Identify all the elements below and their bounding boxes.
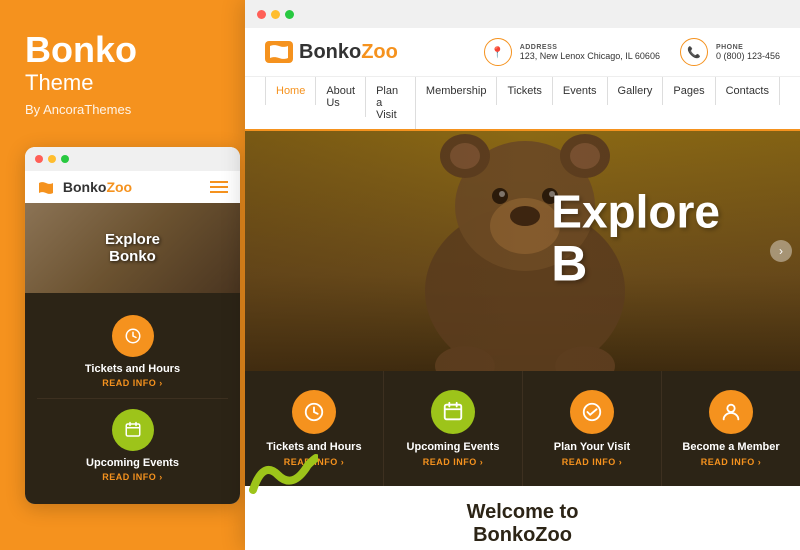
nav-item-gallery[interactable]: Gallery <box>608 77 664 129</box>
strip-member-read-info[interactable]: READ INFO <box>701 457 762 467</box>
strip-events-label: Upcoming Events <box>407 441 500 453</box>
theme-title: Bonko Theme By AncoraThemes <box>25 30 223 117</box>
nav-item-contacts[interactable]: Contacts <box>716 77 780 129</box>
strip-tickets-icon <box>292 390 336 434</box>
welcome-section: Welcome to BonkoZoo <box>245 486 800 550</box>
hero-next-arrow[interactable]: › <box>770 240 792 262</box>
mobile-features: Tickets and Hours READ INFO Upcoming Eve… <box>25 293 240 504</box>
site-logo: BonkoZoo <box>265 41 398 64</box>
browser-dot-red <box>257 10 266 19</box>
upcoming-events-icon <box>112 409 154 451</box>
mobile-dot-green <box>61 155 69 163</box>
nav-item-about[interactable]: About Us <box>316 77 366 129</box>
nav-item-membership[interactable]: Membership <box>416 77 498 129</box>
hamburger-menu[interactable] <box>210 181 228 193</box>
site-logo-bonko: Bonko <box>299 41 361 64</box>
contact-address: 📍 ADDRESS 123, New Lenox Chicago, IL 606… <box>484 38 660 66</box>
nav-item-tickets[interactable]: Tickets <box>497 77 552 129</box>
strip-plan-label: Plan Your Visit <box>554 441 630 453</box>
mobile-header: BonkoZoo <box>25 171 240 203</box>
phone-icon: 📞 <box>680 38 708 66</box>
mobile-hero: Explore Bonko <box>25 203 240 293</box>
mobile-dot-yellow <box>48 155 56 163</box>
nav-list: Home About Us Plan a Visit Membership Ti… <box>265 77 780 129</box>
mobile-titlebar <box>25 147 240 171</box>
mobile-hero-text: Explore Bonko <box>105 231 160 265</box>
mobile-feature-events[interactable]: Upcoming Events READ INFO <box>37 399 228 492</box>
browser-dot-green <box>285 10 294 19</box>
feature-strip: Tickets and Hours READ INFO Upcoming Eve… <box>245 371 800 486</box>
contact-phone: 📞 PHONE 0 (800) 123-456 <box>680 38 780 66</box>
nav-item-events[interactable]: Events <box>553 77 608 129</box>
nav-item-plan[interactable]: Plan a Visit <box>366 77 416 129</box>
green-wave-decoration <box>248 450 318 500</box>
mobile-dot-red <box>35 155 43 163</box>
site-logo-zoo: Zoo <box>361 41 398 64</box>
strip-plan-visit[interactable]: Plan Your Visit READ INFO <box>523 371 662 486</box>
strip-member-label: Become a Member <box>682 441 779 453</box>
browser-titlebar <box>245 0 800 28</box>
mobile-mockup: BonkoZoo Explore Bonko Tickets and Hours… <box>25 147 240 504</box>
mobile-feature-tickets[interactable]: Tickets and Hours READ INFO <box>37 305 228 399</box>
tickets-hours-icon <box>112 315 154 357</box>
mobile-logo-zoo: Zoo <box>106 179 132 195</box>
welcome-title: Welcome to BonkoZoo <box>265 501 780 547</box>
strip-events-icon <box>431 390 475 434</box>
location-icon: 📍 <box>484 38 512 66</box>
strip-plan-icon <box>570 390 614 434</box>
mobile-logo-bonko: Bonko <box>63 179 107 195</box>
hero-text: Explore B <box>551 189 720 293</box>
site-logo-icon <box>265 41 293 63</box>
browser-dot-yellow <box>271 10 280 19</box>
strip-member-icon <box>709 390 753 434</box>
site-nav: Home About Us Plan a Visit Membership Ti… <box>245 77 800 131</box>
nav-item-pages[interactable]: Pages <box>663 77 715 129</box>
strip-plan-read-info[interactable]: READ INFO <box>562 457 623 467</box>
left-panel: Bonko Theme By AncoraThemes BonkoZoo <box>0 0 248 550</box>
strip-upcoming-events[interactable]: Upcoming Events READ INFO <box>384 371 523 486</box>
strip-become-member[interactable]: Become a Member READ INFO <box>662 371 800 486</box>
site-hero: Explore B › <box>245 131 800 371</box>
strip-events-read-info[interactable]: READ INFO <box>423 457 484 467</box>
nav-item-home[interactable]: Home <box>265 77 316 129</box>
site-header: BonkoZoo 📍 ADDRESS 123, New Lenox Chicag… <box>245 28 800 77</box>
browser-mockup: BonkoZoo 📍 ADDRESS 123, New Lenox Chicag… <box>245 0 800 550</box>
site-contact-info: 📍 ADDRESS 123, New Lenox Chicago, IL 606… <box>484 38 780 66</box>
mobile-logo: BonkoZoo <box>37 179 132 195</box>
mobile-logo-icon <box>37 181 55 195</box>
